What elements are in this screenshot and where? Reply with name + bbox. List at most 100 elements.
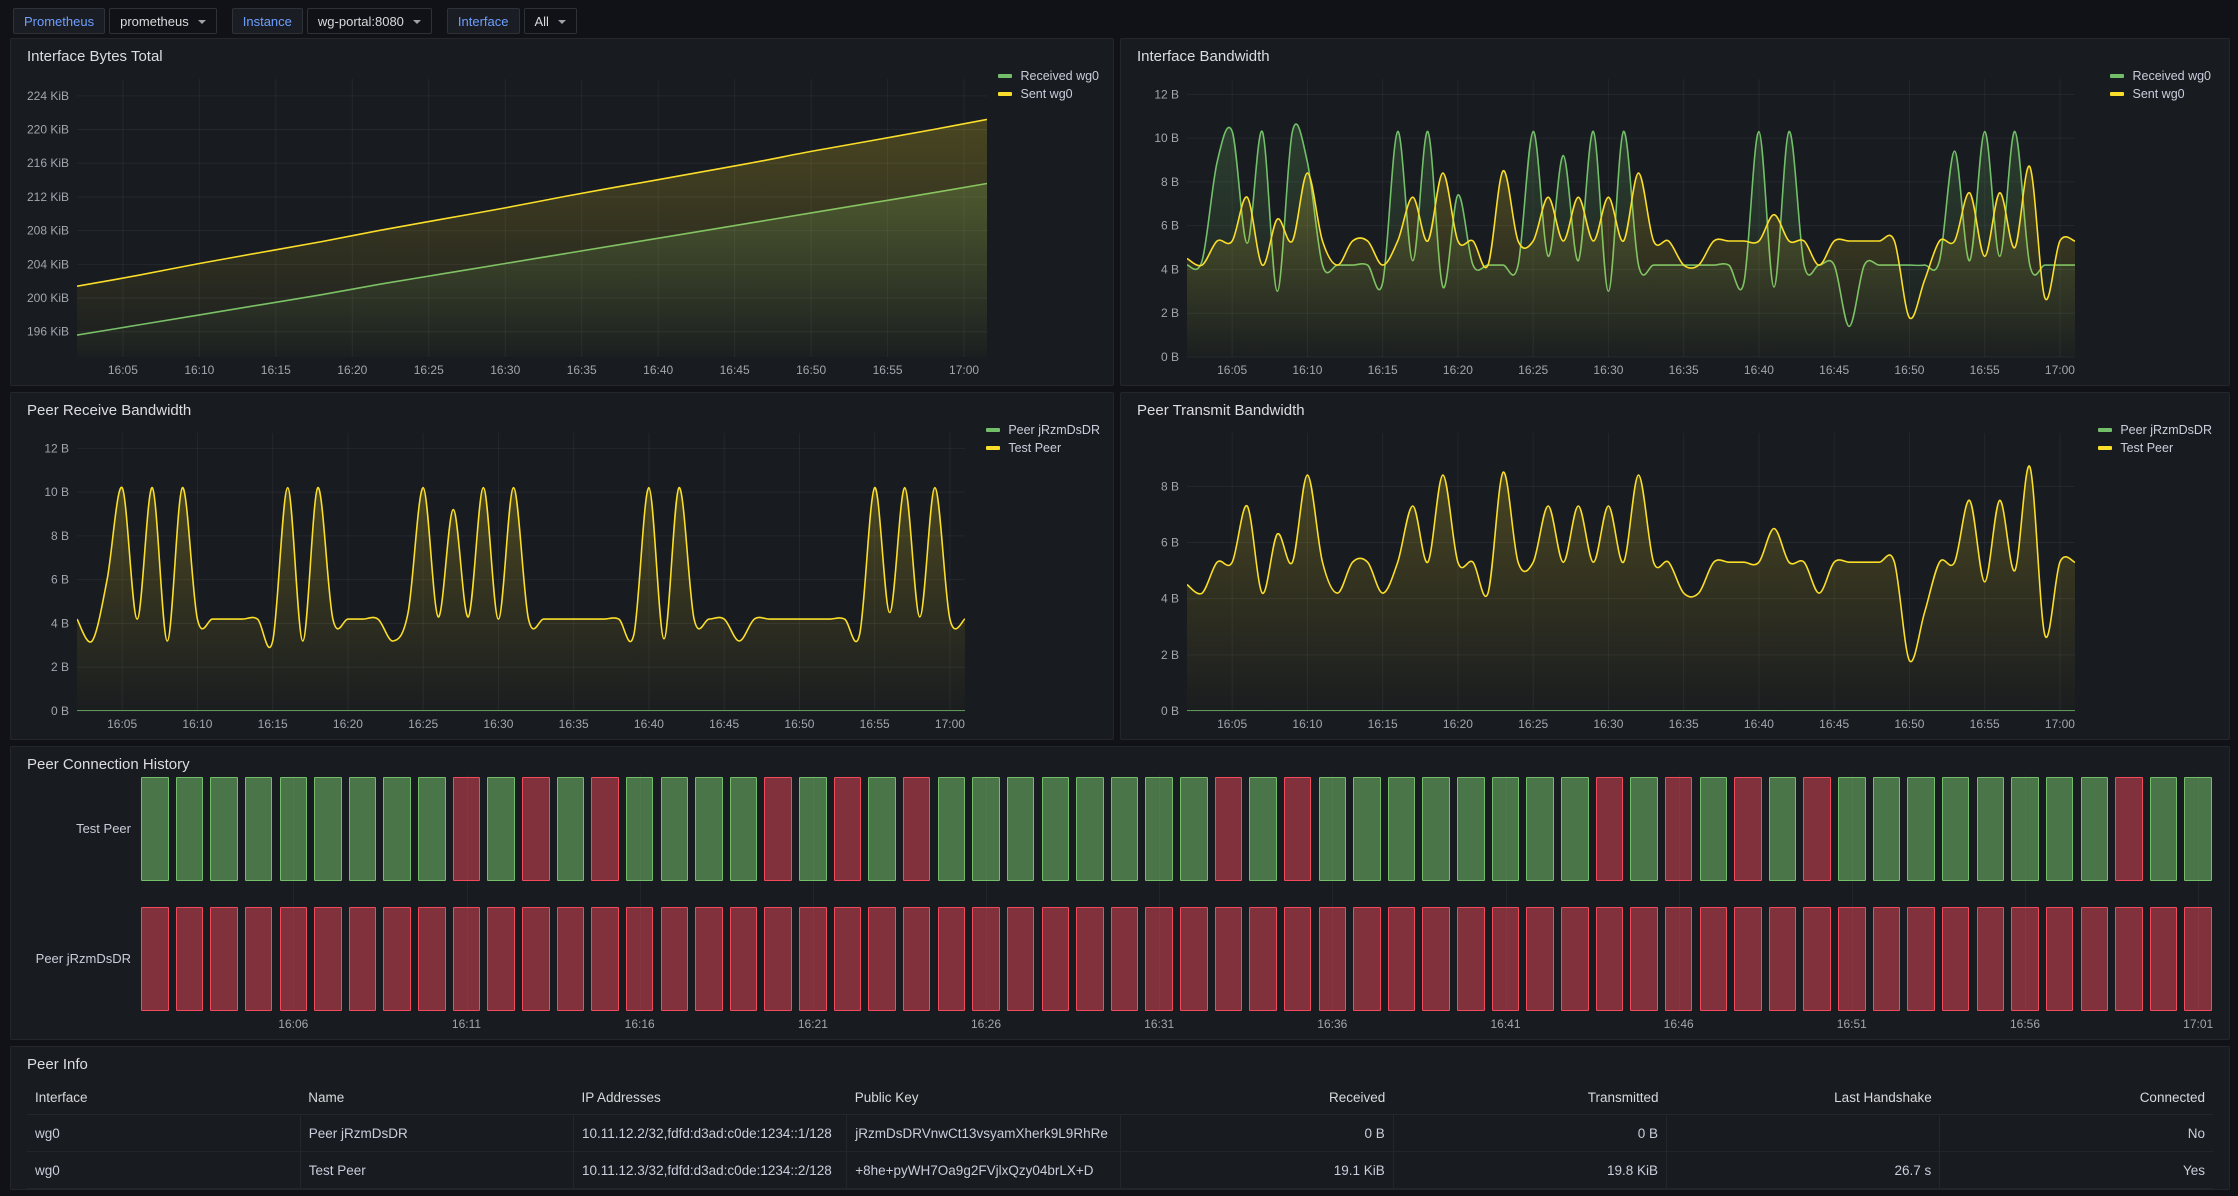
- x-tick-label: 16:15: [1368, 717, 1398, 731]
- table-cell-received: 19.1 KiB: [1120, 1152, 1393, 1189]
- table-cell-interface: wg0: [27, 1115, 300, 1152]
- legend-label: Test Peer: [2120, 441, 2173, 455]
- panel-peer-connection-history: Peer Connection History Test PeerPeer jR…: [10, 746, 2230, 1040]
- timeline-state-bar-connected: [176, 777, 204, 881]
- x-tick-label: 16:05: [108, 363, 138, 377]
- y-tick-label: 220 KiB: [27, 123, 69, 137]
- timeline-state-bar-connected: [1769, 777, 1797, 881]
- table-cell-received: 0 B: [1120, 1115, 1393, 1152]
- legend-item[interactable]: Peer jRzmDsDR: [986, 423, 1100, 437]
- legend-item[interactable]: Test Peer: [2098, 441, 2212, 455]
- legend-item[interactable]: Received wg0: [2110, 69, 2211, 83]
- column-header-last-handshake[interactable]: Last Handshake: [1667, 1081, 1940, 1115]
- y-tick-label: 204 KiB: [27, 257, 69, 271]
- timeline-state-bar-connected: [2081, 777, 2109, 881]
- panel-title-peer-receive-bandwidth[interactable]: Peer Receive Bandwidth: [27, 402, 191, 419]
- x-tick-label: 16:45: [709, 717, 739, 731]
- timeline-state-bar-disconnected: [1977, 907, 2005, 1011]
- variable-value-dropdown[interactable]: wg-portal:8080: [307, 8, 432, 34]
- panel-peer-transmit-bandwidth: Peer Transmit Bandwidth 16:0516:1016:151…: [1120, 392, 2230, 740]
- panel-title-peer-connection-history[interactable]: Peer Connection History: [27, 756, 190, 773]
- x-tick-label: 17:00: [2045, 717, 2075, 731]
- table-cell-transmitted: 19.8 KiB: [1393, 1152, 1666, 1189]
- x-tick-label: 17:00: [949, 363, 979, 377]
- x-tick-label: 16:30: [490, 363, 520, 377]
- timeline-x-tick-label: 16:06: [258, 1017, 328, 1031]
- timeline-state-bar-disconnected: [1180, 907, 1208, 1011]
- legend-item[interactable]: Sent wg0: [998, 87, 1099, 101]
- x-tick-label: 16:35: [1669, 363, 1699, 377]
- column-header-interface[interactable]: Interface: [27, 1081, 300, 1115]
- timeline-state-bar-connected: [245, 777, 273, 881]
- column-header-connected[interactable]: Connected: [1940, 1081, 2213, 1115]
- x-tick-label: 16:05: [1217, 363, 1247, 377]
- y-tick-label: 4 B: [51, 616, 69, 630]
- x-tick-label: 16:20: [333, 717, 363, 731]
- column-header-public-key[interactable]: Public Key: [847, 1081, 1120, 1115]
- y-tick-label: 0 B: [1161, 704, 1179, 718]
- legend-item[interactable]: Sent wg0: [2110, 87, 2211, 101]
- y-tick-label: 8 B: [1161, 479, 1179, 493]
- grafana-wireguard-dashboard: { "topbar": { "variables": [ {"label": "…: [0, 0, 2238, 1196]
- x-tick-label: 16:55: [860, 717, 890, 731]
- legend-label: Sent wg0: [2132, 87, 2184, 101]
- chevron-down-icon: [558, 20, 566, 24]
- timeline-state-bar-connected: [695, 777, 723, 881]
- timeline-state-bar-connected: [1111, 777, 1139, 881]
- x-tick-label: 16:35: [1669, 717, 1699, 731]
- legend-item[interactable]: Received wg0: [998, 69, 1099, 83]
- legend-swatch-icon: [998, 92, 1012, 96]
- timeline-state-bar-connected: [1838, 777, 1866, 881]
- variable-value-dropdown[interactable]: All: [524, 8, 577, 34]
- y-tick-label: 6 B: [51, 573, 69, 587]
- timeline-state-bar-disconnected: [868, 907, 896, 1011]
- timeline-state-bar-disconnected: [453, 777, 481, 881]
- timeline-state-bar-connected: [1700, 777, 1728, 881]
- timeline-state-bar-disconnected: [1561, 907, 1589, 1011]
- series-area-test-peer: [77, 487, 965, 711]
- timeline-state-bar-disconnected: [418, 907, 446, 1011]
- column-header-name[interactable]: Name: [300, 1081, 573, 1115]
- x-tick-label: 16:25: [1518, 363, 1548, 377]
- timeline-state-bar-disconnected: [522, 777, 550, 881]
- panel-title-interface-bandwidth[interactable]: Interface Bandwidth: [1137, 48, 1270, 65]
- x-tick-label: 16:35: [567, 363, 597, 377]
- variable-value-dropdown[interactable]: prometheus: [109, 8, 217, 34]
- x-tick-label: 16:20: [1443, 717, 1473, 731]
- column-header-received[interactable]: Received: [1120, 1081, 1393, 1115]
- peer-info-table: InterfaceNameIP AddressesPublic KeyRecei…: [27, 1081, 2213, 1189]
- timeline-state-bar-disconnected: [2115, 777, 2143, 881]
- timeline-state-bar-disconnected: [349, 907, 377, 1011]
- y-tick-label: 2 B: [1161, 648, 1179, 662]
- timeline-state-bar-disconnected: [1596, 777, 1624, 881]
- column-header-ip-addresses[interactable]: IP Addresses: [574, 1081, 847, 1115]
- timeline-state-bar-disconnected: [1492, 907, 1520, 1011]
- timeline-state-bar-disconnected: [1665, 907, 1693, 1011]
- y-tick-label: 224 KiB: [27, 89, 69, 103]
- y-tick-label: 12 B: [1154, 87, 1179, 101]
- y-tick-label: 208 KiB: [27, 224, 69, 238]
- timeline-state-bar-disconnected: [1042, 907, 1070, 1011]
- x-tick-label: 16:25: [414, 363, 444, 377]
- panel-title-peer-info[interactable]: Peer Info: [27, 1056, 88, 1073]
- timeline-state-bar-disconnected: [1665, 777, 1693, 881]
- timeline-state-bar-connected: [1422, 777, 1450, 881]
- table-cell-last-handshake: 26.7 s: [1667, 1152, 1940, 1189]
- timeline-state-bar-disconnected: [1215, 907, 1243, 1011]
- panel-title-peer-transmit-bandwidth[interactable]: Peer Transmit Bandwidth: [1137, 402, 1305, 419]
- column-header-transmitted[interactable]: Transmitted: [1393, 1081, 1666, 1115]
- x-tick-label: 16:40: [643, 363, 673, 377]
- table-row: wg0Test Peer10.11.12.3/32,fdfd:d3ad:c0de…: [27, 1152, 2213, 1189]
- panel-title-interface-bytes-total[interactable]: Interface Bytes Total: [27, 48, 163, 65]
- timeline-state-bar-disconnected: [1734, 907, 1762, 1011]
- table-cell-public-key: +8he+pyWH7Oa9g2FVjlxQzy04brLX+D: [847, 1152, 1120, 1189]
- timeline-state-bar-disconnected: [834, 777, 862, 881]
- timeline-state-bar-disconnected: [661, 907, 689, 1011]
- timeline-state-bar-connected: [2184, 777, 2212, 881]
- timeline-state-bar-disconnected: [730, 907, 758, 1011]
- timeline-state-bar-disconnected: [2081, 907, 2109, 1011]
- legend-item[interactable]: Test Peer: [986, 441, 1100, 455]
- legend-item[interactable]: Peer jRzmDsDR: [2098, 423, 2212, 437]
- legend-swatch-icon: [986, 428, 1000, 432]
- timeline-state-bar-disconnected: [1838, 907, 1866, 1011]
